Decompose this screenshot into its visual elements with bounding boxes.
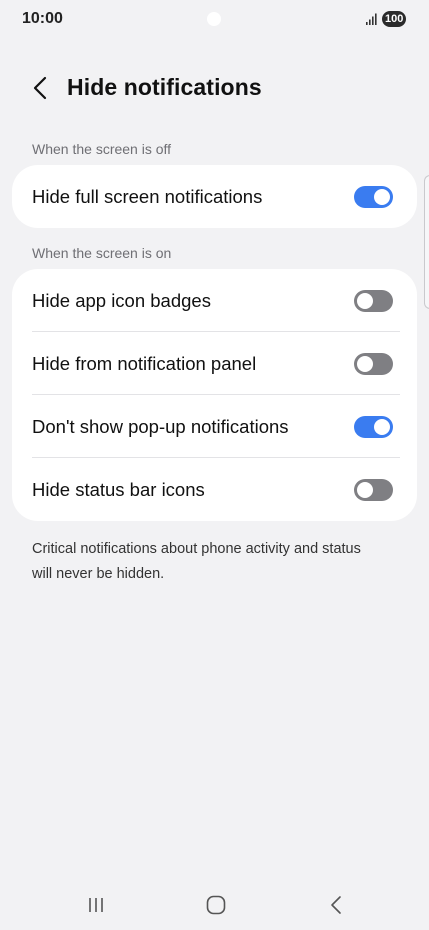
settings-card-screen-off: Hide full screen notifications: [12, 165, 417, 228]
toggle-knob: [374, 188, 390, 205]
recents-button[interactable]: [81, 892, 111, 918]
setting-label: Hide app icon badges: [32, 289, 211, 311]
footnote-text: Critical notifications about phone activ…: [32, 541, 361, 582]
navigation-bar: [0, 880, 429, 930]
camera-cutout: [207, 12, 221, 26]
setting-row-hide-status-bar-icons[interactable]: Hide status bar icons: [12, 458, 417, 521]
toggle-knob: [374, 418, 390, 435]
setting-label: Hide full screen notifications: [32, 185, 263, 207]
home-icon: [206, 895, 226, 915]
back-button[interactable]: [26, 74, 54, 102]
recents-icon: [89, 898, 103, 912]
home-button[interactable]: [201, 892, 231, 918]
section-label-screen-off: When the screen is off: [32, 141, 172, 157]
setting-row-dont-show-popup[interactable]: Don't show pop-up notifications: [12, 395, 417, 458]
app-bar: Hide notifications: [0, 60, 429, 116]
setting-row-hide-from-notification-panel[interactable]: Hide from notification panel: [12, 332, 417, 395]
status-time: 10:00: [22, 10, 63, 27]
toggle-switch[interactable]: [354, 478, 393, 501]
toggle-switch[interactable]: [354, 352, 393, 375]
edge-panel-handle[interactable]: [424, 175, 429, 309]
toggle-switch[interactable]: [354, 185, 393, 208]
toggle-knob: [357, 355, 373, 372]
setting-label: Don't show pop-up notifications: [32, 415, 289, 437]
toggle-knob: [357, 481, 373, 498]
settings-card-screen-on: Hide app icon badges Hide from notificat…: [12, 269, 417, 521]
status-bar: 10:00 100: [0, 0, 429, 40]
setting-label: Hide from notification panel: [32, 352, 257, 374]
chevron-left-icon: [33, 76, 47, 100]
page-title: Hide notifications: [67, 74, 262, 100]
toggle-switch[interactable]: [354, 289, 393, 312]
toggle-switch[interactable]: [354, 415, 393, 438]
section-label-screen-on: When the screen is on: [32, 245, 172, 261]
battery-icon: 100: [382, 11, 407, 27]
toggle-knob: [357, 292, 373, 309]
setting-row-hide-full-screen[interactable]: Hide full screen notifications: [12, 165, 417, 228]
signal-icon: [366, 13, 377, 25]
setting-row-hide-app-icon-badges[interactable]: Hide app icon badges: [12, 269, 417, 332]
back-icon: [331, 896, 341, 914]
nav-back-button[interactable]: [321, 892, 351, 918]
setting-label: Hide status bar icons: [32, 478, 205, 500]
